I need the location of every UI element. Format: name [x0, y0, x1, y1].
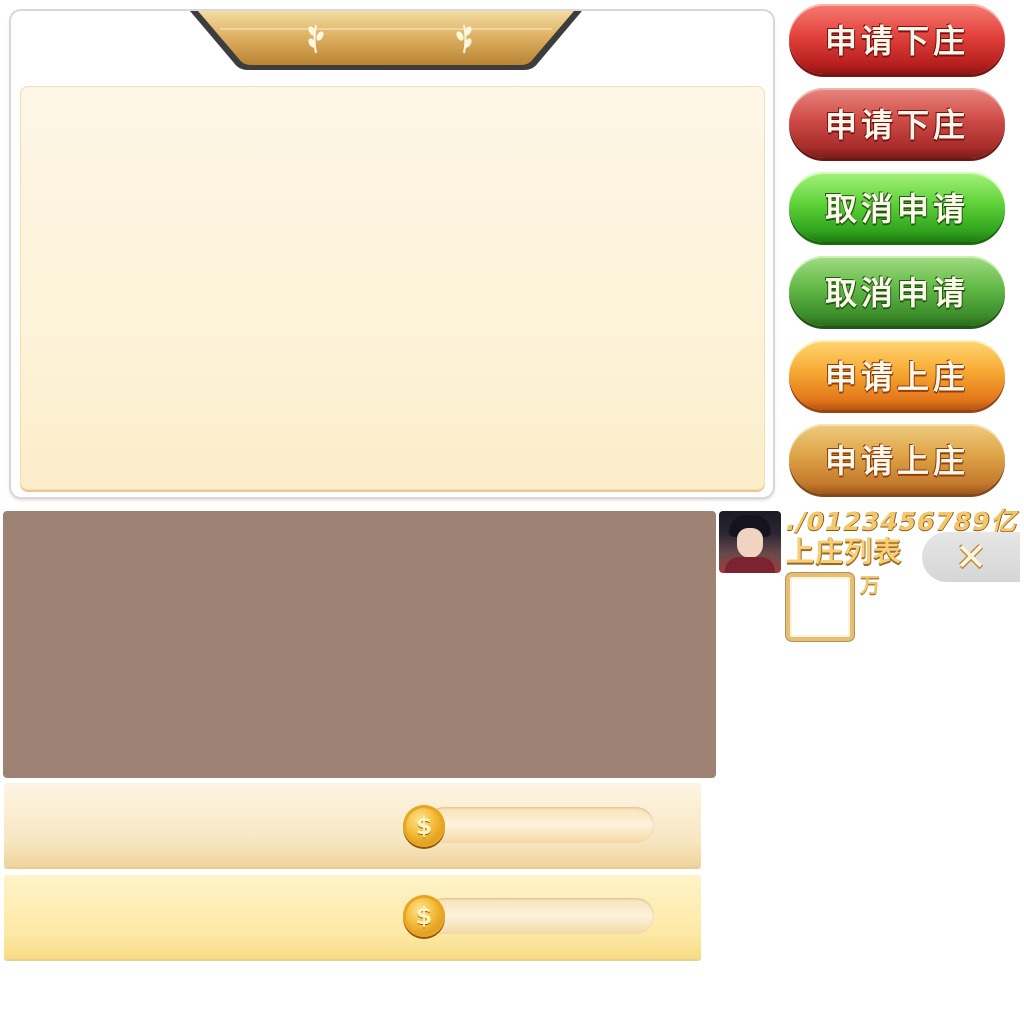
cancel-apply-button-pressed[interactable]: 取消申请: [789, 256, 1005, 326]
apply-off-banker-button[interactable]: 申请下庄: [789, 4, 1005, 74]
unit-wan-label: 万: [860, 573, 880, 597]
avatar-shirt: [725, 557, 775, 573]
cancel-apply-button[interactable]: 取消申请: [789, 172, 1005, 242]
coin-symbol: $: [415, 812, 433, 840]
apply-off-banker-label: 申请下庄: [824, 22, 969, 60]
coin-icon: $: [403, 895, 445, 937]
checkbox-frame[interactable]: [786, 573, 854, 641]
avatar: [719, 511, 781, 573]
apply-banker-button[interactable]: 申请上庄: [789, 340, 1005, 410]
content-panel: [20, 86, 765, 490]
avatar-face: [737, 528, 763, 558]
coin-symbol: $: [415, 902, 433, 930]
banker-list-title: 上庄列表: [786, 535, 903, 568]
coin-amount-bar: [426, 898, 654, 934]
close-button[interactable]: ✕: [922, 532, 1020, 582]
coin-icon: $: [403, 805, 445, 847]
apply-banker-button-pressed[interactable]: 申请上庄: [789, 424, 1005, 494]
cancel-apply-label: 取消申请: [824, 190, 969, 228]
banker-list-background: [3, 511, 716, 778]
apply-banker-label: 申请上庄: [824, 442, 969, 480]
apply-off-banker-label: 申请下庄: [824, 106, 969, 144]
apply-banker-label: 申请上庄: [824, 358, 969, 396]
title-banner: [190, 11, 582, 70]
close-icon: ✕: [955, 535, 987, 579]
coin-amount-bar: [426, 807, 654, 843]
apply-off-banker-button-pressed[interactable]: 申请下庄: [789, 88, 1005, 158]
cancel-apply-label: 取消申请: [824, 274, 969, 312]
